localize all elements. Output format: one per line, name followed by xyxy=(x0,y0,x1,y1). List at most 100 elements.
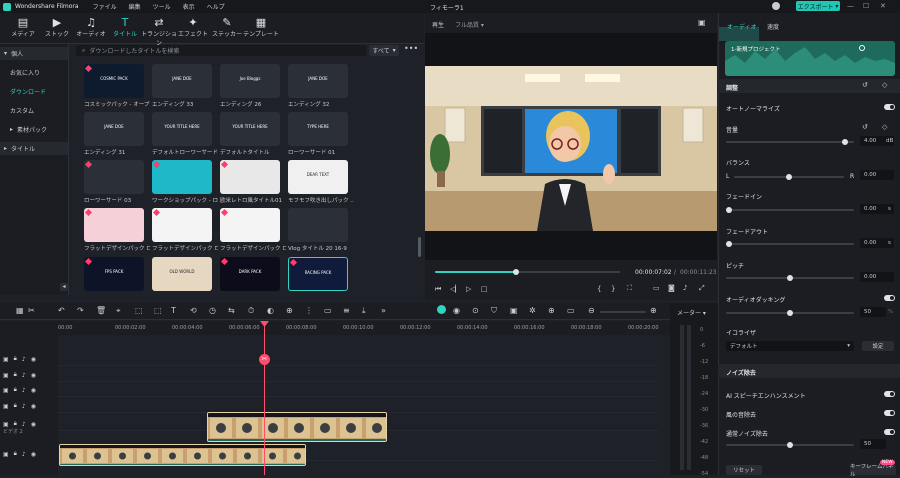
record-icon[interactable]: ◉ xyxy=(453,306,460,315)
menu-item-3[interactable]: 表示 xyxy=(183,2,195,11)
title-thumbnail[interactable] xyxy=(220,160,280,194)
title-thumbnail[interactable]: TYPE HERE xyxy=(288,112,348,146)
tab-sticker[interactable]: ✎ ステッカー xyxy=(209,16,245,38)
lock-icon[interactable]: 🔒︎ xyxy=(14,402,17,410)
fadeout-slider-handle[interactable] xyxy=(725,241,732,247)
mark-in-icon[interactable]: { xyxy=(597,285,601,293)
expand-icon[interactable]: ⤢ xyxy=(699,284,705,293)
add-track-icon[interactable]: ⊕ xyxy=(548,306,555,315)
title-thumbnail[interactable]: DEAR TEXT xyxy=(288,160,348,194)
tab-effect[interactable]: ✦ エフェクト xyxy=(175,16,211,38)
snapshot-icon[interactable]: ▣ xyxy=(698,18,706,27)
collapse-sidebar-button[interactable]: ◂ xyxy=(60,283,68,291)
mute-icon[interactable]: ♪ xyxy=(22,451,26,458)
sidebar-item-0[interactable]: ▾ 個人 xyxy=(0,47,68,60)
box-icon[interactable]: ▣ xyxy=(510,306,518,315)
quality-dropdown[interactable]: フル品質 ▾ xyxy=(455,20,484,29)
prev-frame-icon[interactable]: ⏮ xyxy=(435,285,441,294)
cut-tool-icon[interactable]: ✂ xyxy=(28,306,35,315)
mute-icon[interactable]: ♪ xyxy=(22,356,26,363)
forward-icon[interactable]: » xyxy=(381,306,386,315)
scissors-icon[interactable]: ✂ xyxy=(259,354,270,365)
export-button[interactable]: エクスポート ▾ xyxy=(796,1,840,11)
tab-transition[interactable]: ⇄ トランジション xyxy=(141,16,177,47)
title-thumbnail[interactable]: Joe Bloggs xyxy=(220,64,280,98)
keyframe-panel-button[interactable]: キーフレームパネル xyxy=(850,464,896,478)
noise-slider-handle[interactable] xyxy=(787,442,793,448)
eq-settings-button[interactable]: 設定 xyxy=(862,341,894,351)
title-thumbnail[interactable]: RACING PACK xyxy=(288,257,348,291)
tab-speed[interactable]: 速度 xyxy=(767,22,779,31)
search-input[interactable]: ダウンロードしたタイトルを検索 xyxy=(89,46,179,55)
sidebar-item-2[interactable]: ダウンロード xyxy=(0,85,68,98)
maximize-icon[interactable]: ☐ xyxy=(863,2,869,10)
value-ducking_val[interactable]: 50 xyxy=(860,307,886,317)
title-thumbnail[interactable]: FPS PACK xyxy=(84,257,144,291)
lock-icon[interactable]: 🔒︎ xyxy=(14,450,17,458)
eye-icon[interactable]: ◉ xyxy=(31,403,36,410)
text-icon[interactable]: T xyxy=(171,306,176,315)
grid-icon[interactable]: ▦ xyxy=(16,306,24,315)
filter-dropdown[interactable]: すべて ▾ xyxy=(369,45,399,56)
title-thumbnail[interactable] xyxy=(84,160,144,194)
playback-progress[interactable] xyxy=(435,269,620,275)
mute-icon[interactable]: ♪ xyxy=(22,403,26,410)
camera-icon[interactable]: ◙ xyxy=(668,284,675,292)
avatar[interactable] xyxy=(772,2,780,10)
menu-item-1[interactable]: 編集 xyxy=(129,2,141,11)
title-thumbnail[interactable] xyxy=(220,208,280,242)
progress-handle[interactable] xyxy=(513,269,520,275)
value-noise_val[interactable]: 50 xyxy=(860,439,886,449)
zoom-out-icon[interactable]: ⊖ xyxy=(588,306,595,315)
ducking-toggle[interactable] xyxy=(884,295,895,301)
volume-keyframe-icon[interactable]: ◇ xyxy=(882,123,887,131)
pitch-slider[interactable] xyxy=(726,275,854,281)
mute-icon[interactable]: ♪ xyxy=(22,372,26,379)
export-frame-icon[interactable]: ⤓ xyxy=(362,306,366,316)
timeline-ruler[interactable]: 00:00 00:00:02:00 00:00:04:00 00:00:06:00 00… xyxy=(58,321,670,335)
ducking-slider-handle[interactable] xyxy=(787,310,793,316)
fadein-slider[interactable] xyxy=(725,207,854,213)
frame-icon[interactable]: ▭ xyxy=(324,306,332,315)
speed-icon[interactable]: ◷ xyxy=(209,306,216,315)
volume-slider-handle[interactable] xyxy=(842,139,849,145)
minimize-icon[interactable]: — xyxy=(847,2,854,10)
lock-icon[interactable]: 🔒︎ xyxy=(14,355,17,363)
sidebar-item-1[interactable]: お気に入り xyxy=(0,66,68,79)
mute-icon[interactable]: ♪ xyxy=(22,387,26,394)
more-tools-icon[interactable]: ⋮ xyxy=(305,306,313,315)
title-thumbnail[interactable]: COSMIC PACK xyxy=(84,64,144,98)
volume-slider[interactable] xyxy=(726,139,854,145)
value-balance_val[interactable]: 0.00 xyxy=(860,170,894,180)
value-pitch_val[interactable]: 0.00 xyxy=(860,272,894,282)
fullscreen-preview-icon[interactable]: ⛶ xyxy=(627,284,632,293)
lock-icon[interactable]: 🔒︎ xyxy=(14,371,17,379)
noise-slider[interactable] xyxy=(726,442,854,448)
mark-out-icon[interactable]: } xyxy=(611,285,615,293)
video-clip-lower[interactable] xyxy=(59,444,306,466)
eye-icon[interactable]: ◉ xyxy=(31,356,36,363)
fadeout-slider[interactable] xyxy=(725,241,854,247)
ai-icon[interactable]: ✲ xyxy=(529,306,536,315)
title-thumbnail[interactable] xyxy=(152,160,212,194)
layout-icon[interactable]: ▭ xyxy=(567,306,575,315)
search-bar[interactable]: ⌕ ダウンロードしたタイトルを検索 xyxy=(76,45,366,56)
lock-icon[interactable]: 🔒︎ xyxy=(14,386,17,394)
fadein-slider-handle[interactable] xyxy=(725,207,732,213)
menu-icon[interactable]: ≡ xyxy=(343,306,350,315)
eye-icon[interactable]: ◉ xyxy=(31,372,36,379)
volume-icon[interactable]: ♪ xyxy=(683,284,687,292)
tab-title[interactable]: T タイトル xyxy=(107,16,143,38)
video-clip-upper[interactable] xyxy=(207,412,387,442)
sidebar-item-4[interactable]: ▸ 素材パック xyxy=(0,123,68,136)
title-thumbnail[interactable] xyxy=(152,208,212,242)
reset-icon[interactable]: ↺ xyxy=(862,81,868,89)
zoom-slider[interactable] xyxy=(600,311,646,313)
grid-scrollbar[interactable] xyxy=(418,237,421,257)
tab-media[interactable]: ▤ メディア xyxy=(5,16,41,38)
normal-noise-toggle[interactable] xyxy=(884,429,895,435)
title-thumbnail[interactable]: JANE DOE xyxy=(288,64,348,98)
menu-item-2[interactable]: ツール xyxy=(153,2,171,11)
menu-item-0[interactable]: ファイル xyxy=(93,2,117,11)
pitch-slider-handle[interactable] xyxy=(787,275,793,281)
